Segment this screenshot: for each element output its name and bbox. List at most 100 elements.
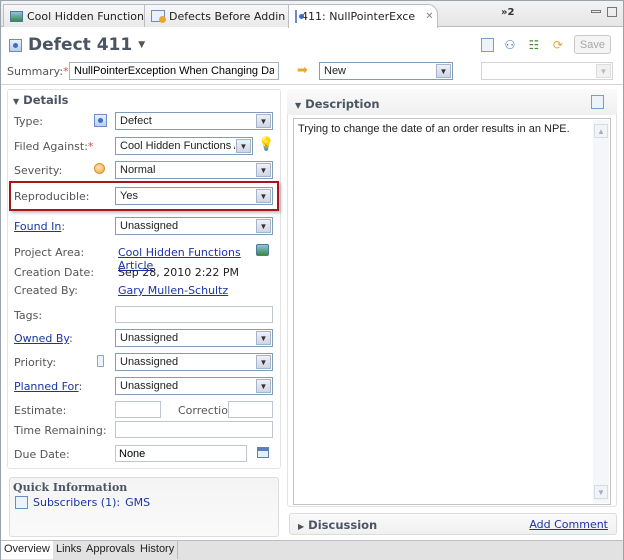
field-label: Tags: — [14, 309, 43, 322]
tab-work-item-411[interactable]: 411: NullPointerExce ✕ — [288, 4, 438, 28]
summary-label: Summary:* — [7, 65, 69, 78]
find-related-icon[interactable] — [591, 95, 604, 109]
subscribers-icon — [15, 496, 28, 509]
page-title: Defect 411 — [28, 35, 133, 55]
maximize-icon[interactable] — [607, 7, 617, 17]
description-section-toggle[interactable]: ▼ Description — [295, 97, 380, 111]
project-area-icon[interactable] — [256, 244, 269, 256]
discussion-section: ▶ Discussion Add Comment — [289, 513, 617, 535]
chevron-down-icon[interactable]: ▼ — [596, 64, 611, 78]
chevron-down-icon[interactable]: ▼ — [138, 40, 145, 50]
due-date-input[interactable] — [115, 445, 247, 462]
query-icon — [151, 10, 166, 23]
details-section-toggle[interactable]: ▼ Details — [13, 93, 69, 107]
lightbulb-icon[interactable]: 💡 — [258, 137, 274, 152]
resolution-select[interactable]: ▼ — [481, 62, 613, 80]
chevron-down-icon[interactable]: ▼ — [256, 355, 271, 369]
save-button[interactable]: Save — [573, 35, 611, 54]
summary-input[interactable] — [69, 62, 279, 80]
summary-row: Summary:* ➡ New ▼ ▼ — [1, 61, 623, 83]
scrollbar[interactable]: ▲ ▼ — [593, 120, 609, 503]
chevron-down-icon[interactable]: ▼ — [256, 189, 271, 203]
tab-history[interactable]: History — [137, 541, 179, 559]
discussion-section-toggle[interactable]: ▶ Discussion — [298, 518, 377, 532]
chevron-down-icon: ▼ — [295, 101, 302, 110]
time-remaining-input[interactable] — [115, 421, 273, 438]
field-reproducible: Reproducible: Yes ▼ — [14, 187, 276, 205]
tab-links[interactable]: Links — [53, 541, 86, 559]
tab-overview[interactable]: Overview — [1, 541, 54, 559]
state-transition-arrow-icon: ➡ — [297, 63, 308, 78]
chevron-down-icon[interactable]: ▼ — [256, 331, 271, 345]
subscribers-link[interactable]: Subscribers (1): GMS — [15, 496, 150, 509]
chevron-right-icon: ▶ — [298, 522, 305, 531]
editor-tab-strip: Cool Hidden Function ✕ Defects Before Ad… — [1, 1, 623, 28]
field-planned-for: Planned For: Unassigned ▼ — [14, 377, 276, 395]
scroll-up-icon[interactable]: ▲ — [594, 124, 608, 138]
field-label: Time Remaining: — [14, 424, 107, 437]
filed-against-select[interactable]: Cool Hidden Functions Ar ▼ — [115, 137, 253, 155]
scroll-down-icon[interactable]: ▼ — [594, 485, 608, 499]
field-label: Reproducible: — [14, 190, 90, 203]
divider — [1, 84, 623, 85]
field-label: Found In: — [14, 220, 66, 233]
field-label: Due Date: — [14, 448, 70, 461]
edit-icon[interactable]: ☷ — [526, 37, 542, 53]
planned-for-select[interactable]: Unassigned ▼ — [115, 377, 273, 395]
found-in-select[interactable]: Unassigned ▼ — [115, 217, 273, 235]
tab-label: Cool Hidden Function — [27, 9, 145, 23]
created-by-link[interactable]: Gary Mullen-Schultz — [118, 284, 228, 297]
chevron-down-icon[interactable]: ▼ — [256, 163, 271, 177]
field-label: Estimate: — [14, 404, 67, 417]
correction-input[interactable] — [228, 401, 273, 418]
tab-defects-before-addin[interactable]: Defects Before Addin — [144, 4, 293, 27]
field-label: Priority: — [14, 356, 57, 369]
chevron-down-icon[interactable]: ▼ — [256, 219, 271, 233]
reproducible-select[interactable]: Yes ▼ — [115, 187, 273, 205]
tab-label: 411: NullPointerExce — [301, 10, 416, 23]
type-select[interactable]: Defect ▼ — [115, 112, 273, 130]
field-label: Severity: — [14, 164, 63, 177]
field-label: Creation Date: — [14, 266, 95, 279]
priority-select[interactable]: Unassigned ▼ — [115, 353, 273, 371]
field-type: Type: Defect ▼ — [14, 112, 276, 130]
close-icon[interactable]: ✕ — [425, 11, 433, 22]
minimize-icon[interactable] — [591, 10, 601, 13]
creation-date-value: Sep 28, 2010 2:22 PM — [118, 266, 240, 279]
tab-overflow-indicator[interactable]: »2 — [501, 7, 514, 18]
subscribe-icon[interactable]: ⚇ — [502, 37, 518, 53]
add-comment-link[interactable]: Add Comment — [529, 518, 608, 531]
work-item-header: Defect 411 ▼ — [9, 33, 145, 57]
estimate-input[interactable] — [115, 401, 161, 418]
field-label: Project Area: — [14, 246, 85, 259]
field-label: Planned For: — [14, 380, 83, 393]
chevron-down-icon[interactable]: ▼ — [436, 64, 451, 78]
work-item-icon — [9, 38, 22, 52]
severity-select[interactable]: Normal ▼ — [115, 161, 273, 179]
field-label: Created By: — [14, 284, 78, 297]
field-time-remaining: Time Remaining: — [14, 421, 276, 439]
field-filed-against: Filed Against:* Cool Hidden Functions Ar… — [14, 137, 276, 155]
planned-for-link[interactable]: Planned For — [14, 380, 79, 393]
find-related-icon[interactable] — [480, 37, 494, 52]
owned-by-select[interactable]: Unassigned ▼ — [115, 329, 273, 347]
field-project-area: Project Area: Cool Hidden Functions Arti… — [14, 243, 276, 272]
chevron-down-icon[interactable]: ▼ — [256, 379, 271, 393]
chevron-down-icon[interactable]: ▼ — [256, 114, 271, 128]
description-textarea[interactable]: Trying to change the date of an order re… — [293, 118, 611, 505]
priority-unassigned-icon — [97, 355, 104, 367]
state-select[interactable]: New ▼ — [319, 62, 453, 80]
found-in-link[interactable]: Found In — [14, 220, 61, 233]
calendar-icon[interactable] — [257, 447, 269, 458]
tab-approvals[interactable]: Approvals — [83, 541, 139, 559]
chevron-down-icon[interactable]: ▼ — [236, 139, 251, 153]
field-found-in: Found In: Unassigned ▼ — [14, 217, 276, 235]
tags-input[interactable] — [115, 306, 273, 323]
tab-label: Defects Before Addin — [169, 9, 286, 23]
defect-type-icon — [94, 114, 107, 127]
field-created-by: Created By: Gary Mullen-Schultz — [14, 281, 276, 299]
owned-by-link[interactable]: Owned By — [14, 332, 69, 345]
refresh-icon[interactable]: ⟳ — [550, 37, 566, 53]
work-item-icon — [295, 10, 304, 23]
work-item-editor: Cool Hidden Function ✕ Defects Before Ad… — [0, 0, 624, 560]
